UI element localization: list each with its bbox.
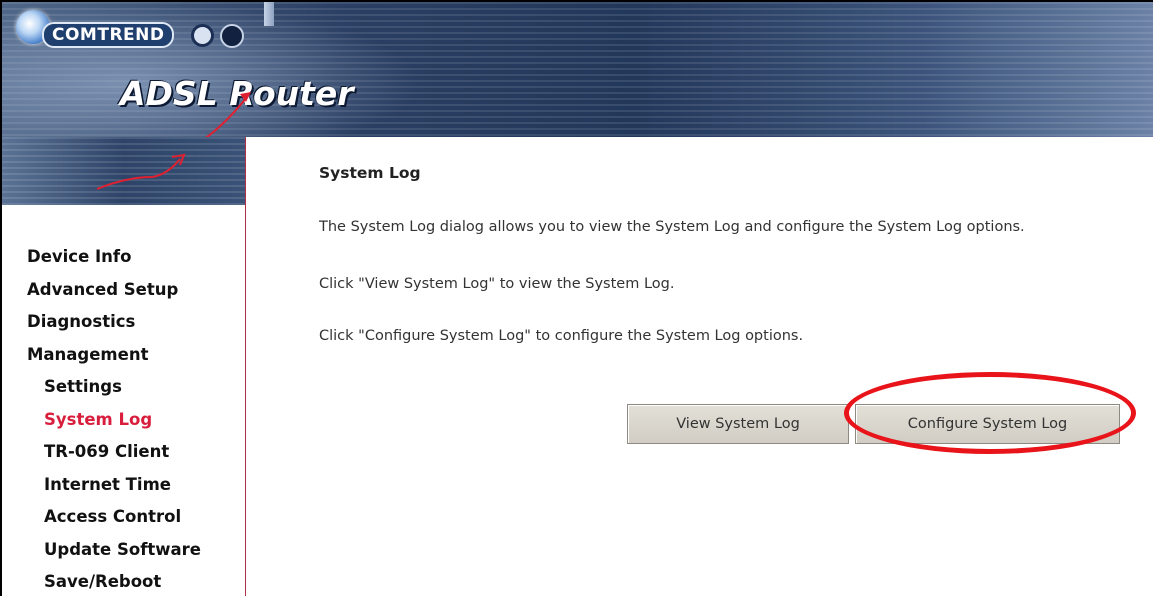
sidebar-banner — [2, 137, 245, 205]
sidebar-item-access-control[interactable]: Access Control — [2, 501, 245, 534]
sidebar-item-advanced-setup[interactable]: Advanced Setup — [2, 274, 245, 307]
sidebar-swoosh-decoration — [96, 153, 186, 190]
configure-instructions-text: Click "Configure System Log" to configur… — [319, 328, 804, 344]
page-title: System Log — [319, 164, 421, 182]
description-text: The System Log dialog allows you to view… — [319, 219, 1025, 235]
view-system-log-button[interactable]: View System Log — [627, 404, 849, 444]
configure-system-log-button[interactable]: Configure System Log — [855, 404, 1120, 444]
sidebar-item-diagnostics[interactable]: Diagnostics — [2, 306, 245, 339]
main-content — [246, 150, 1153, 596]
sidebar-item-system-log[interactable]: System Log — [2, 404, 245, 437]
sidebar-item-tr069-client[interactable]: TR-069 Client — [2, 436, 245, 469]
header-banner: COMTREND ADSL Router — [2, 2, 1153, 137]
sidebar-item-settings[interactable]: Settings — [2, 371, 245, 404]
sidebar-item-internet-time[interactable]: Internet Time — [2, 469, 245, 502]
view-instructions-text: Click "View System Log" to view the Syst… — [319, 276, 675, 292]
sidebar-item-management[interactable]: Management — [2, 339, 245, 372]
sidebar-item-update-software[interactable]: Update Software — [2, 534, 245, 567]
sidebar-item-device-info[interactable]: Device Info — [2, 241, 245, 274]
swoosh-decoration — [204, 92, 251, 137]
sidebar: Device Info Advanced Setup Diagnostics M… — [2, 137, 246, 596]
sidebar-item-save-reboot[interactable]: Save/Reboot — [2, 566, 245, 599]
sidebar-nav: Device Info Advanced Setup Diagnostics M… — [2, 241, 245, 599]
